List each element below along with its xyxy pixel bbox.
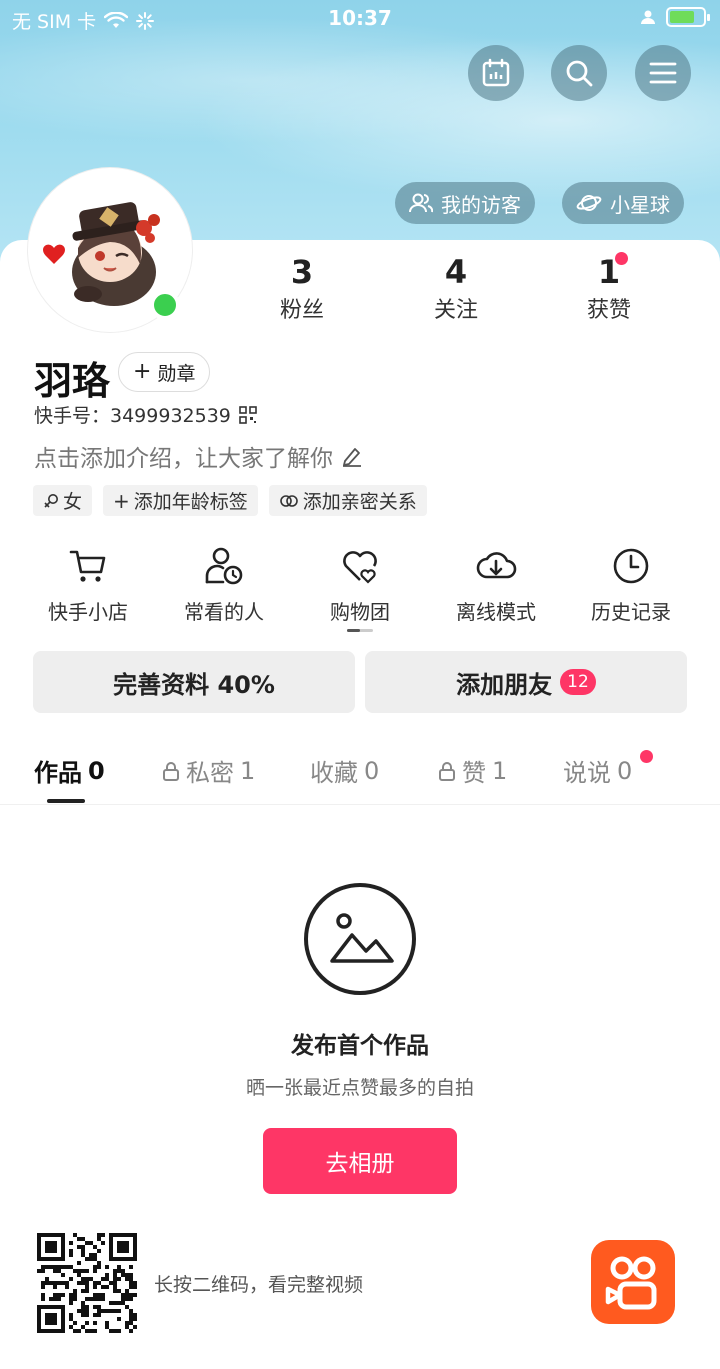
calendar-button[interactable] bbox=[468, 45, 524, 101]
stat-fans[interactable]: 3 粉丝 bbox=[242, 254, 362, 324]
kuaishou-logo-icon[interactable] bbox=[591, 1240, 675, 1324]
my-visitors-button[interactable]: 我的访客 bbox=[395, 182, 535, 224]
tab-liked-label: 赞 bbox=[462, 759, 486, 787]
menu-icon bbox=[649, 62, 677, 84]
tab-moments[interactable]: 说说 0 bbox=[563, 753, 632, 788]
tag-add-age[interactable]: + 添加年龄标签 bbox=[103, 485, 258, 516]
add-friends-badge: 12 bbox=[560, 669, 596, 695]
qr-code-icon bbox=[239, 405, 257, 424]
plus-icon: + bbox=[113, 488, 130, 513]
content-tabs: 作品 0 私密 1 收藏 0 赞 1 说说 0 bbox=[0, 745, 720, 805]
tool-history[interactable]: 历史记录 bbox=[563, 546, 699, 625]
likes-label: 获赞 bbox=[586, 298, 631, 323]
tab-liked-count: 1 bbox=[492, 756, 508, 785]
menu-button[interactable] bbox=[635, 45, 691, 101]
battery-icon bbox=[666, 7, 710, 27]
image-placeholder-icon bbox=[304, 883, 416, 995]
plus-icon: + bbox=[133, 359, 152, 384]
tools-scroll-indicator bbox=[347, 629, 373, 632]
tab-private[interactable]: 私密 1 bbox=[162, 753, 255, 788]
lock-icon bbox=[439, 761, 455, 781]
tool-shopping-group-label: 购物团 bbox=[330, 600, 390, 624]
clock: 10:37 bbox=[328, 6, 392, 30]
moments-notification-dot bbox=[640, 750, 653, 763]
tab-favorites-count: 0 bbox=[364, 756, 380, 785]
lock-icon bbox=[163, 761, 179, 781]
medal-label: 勋章 bbox=[157, 362, 196, 385]
tag-add-relationship[interactable]: 添加亲密关系 bbox=[268, 485, 427, 516]
complete-profile-label: 完善资料 40% bbox=[113, 670, 275, 699]
tag-gender-label: 女 bbox=[63, 491, 83, 513]
intro-placeholder: 点击添加介绍，让大家了解你 bbox=[34, 446, 333, 472]
add-friends-button[interactable]: 添加朋友 12 bbox=[365, 651, 687, 713]
following-count: 4 bbox=[444, 253, 468, 291]
kuaishou-id[interactable]: 快手号：3499932539 bbox=[34, 401, 257, 428]
search-button[interactable] bbox=[551, 45, 607, 101]
my-visitors-label: 我的访客 bbox=[441, 192, 521, 217]
qr-hint-text: 长按二维码，看完整视频 bbox=[154, 1274, 364, 1296]
heart-shop-icon bbox=[343, 551, 377, 584]
clock-icon bbox=[613, 548, 649, 584]
little-planet-button[interactable]: 小星球 bbox=[562, 182, 684, 224]
medal-button[interactable]: + 勋章 bbox=[118, 352, 211, 392]
tab-works[interactable]: 作品 0 bbox=[34, 753, 105, 788]
fans-label: 粉丝 bbox=[279, 298, 324, 323]
link-hearts-icon bbox=[279, 494, 298, 507]
tool-shop-label: 快手小店 bbox=[48, 600, 128, 624]
empty-state-subtitle: 晒一张最近点赞最多的自拍 bbox=[245, 1077, 474, 1099]
user-icon bbox=[641, 10, 655, 24]
likes-notification-dot bbox=[615, 252, 628, 265]
online-status-dot bbox=[150, 290, 180, 320]
person-clock-icon bbox=[205, 547, 243, 585]
tool-frequent-people[interactable]: 常看的人 bbox=[156, 546, 292, 625]
cart-icon bbox=[69, 550, 106, 582]
fans-count: 3 bbox=[290, 253, 314, 291]
tab-favorites[interactable]: 收藏 0 bbox=[310, 753, 379, 788]
tab-favorites-label: 收藏 bbox=[310, 759, 358, 787]
tab-private-count: 1 bbox=[240, 756, 256, 785]
add-friends-label: 添加朋友 bbox=[456, 670, 553, 699]
kuaishou-id-text: 快手号：3499932539 bbox=[34, 405, 231, 427]
intro-field[interactable]: 点击添加介绍，让大家了解你 bbox=[34, 439, 363, 473]
tool-shopping-group[interactable]: 购物团 bbox=[292, 546, 428, 625]
empty-state-title: 发布首个作品 bbox=[291, 1033, 429, 1059]
active-tab-indicator bbox=[47, 799, 85, 803]
go-to-album-button[interactable]: 去相册 bbox=[263, 1128, 457, 1194]
tab-works-count: 0 bbox=[88, 756, 105, 785]
following-label: 关注 bbox=[433, 298, 478, 323]
stat-likes[interactable]: 1 获赞 bbox=[549, 254, 669, 324]
tool-frequent-people-label: 常看的人 bbox=[184, 600, 264, 624]
edit-icon bbox=[343, 448, 361, 467]
tab-moments-label: 说说 bbox=[563, 759, 611, 787]
search-icon bbox=[566, 60, 593, 87]
planet-icon bbox=[576, 195, 602, 211]
tab-moments-count: 0 bbox=[617, 756, 633, 785]
tab-private-label: 私密 bbox=[186, 759, 234, 787]
likes-count: 1 bbox=[597, 253, 621, 291]
status-bar: 无 SIM 卡 10:37 bbox=[0, 0, 720, 36]
female-icon bbox=[44, 493, 58, 508]
tool-history-label: 历史记录 bbox=[591, 600, 671, 624]
qr-code-image[interactable] bbox=[37, 1233, 137, 1333]
stat-following[interactable]: 4 关注 bbox=[396, 254, 516, 324]
tools-row: 快手小店 常看的人 购物团 离线模式 历史记录 bbox=[0, 546, 720, 636]
tab-works-label: 作品 bbox=[34, 759, 82, 787]
little-planet-label: 小星球 bbox=[610, 192, 670, 217]
tag-add-relationship-label: 添加亲密关系 bbox=[302, 491, 417, 513]
complete-profile-button[interactable]: 完善资料 40% bbox=[33, 651, 355, 713]
calendar-icon bbox=[482, 58, 510, 87]
profile-tags: 女 + 添加年龄标签 添加亲密关系 bbox=[33, 485, 427, 516]
cloud-download-icon bbox=[476, 552, 517, 579]
tool-offline-mode[interactable]: 离线模式 bbox=[428, 546, 564, 625]
user-name: 羽珞 bbox=[34, 359, 111, 403]
tool-offline-mode-label: 离线模式 bbox=[456, 600, 536, 624]
tag-gender[interactable]: 女 bbox=[33, 485, 93, 516]
tool-shop[interactable]: 快手小店 bbox=[20, 546, 156, 625]
tag-add-age-label: 添加年龄标签 bbox=[133, 491, 248, 513]
tab-liked[interactable]: 赞 1 bbox=[438, 753, 507, 788]
visitors-icon bbox=[409, 193, 433, 213]
